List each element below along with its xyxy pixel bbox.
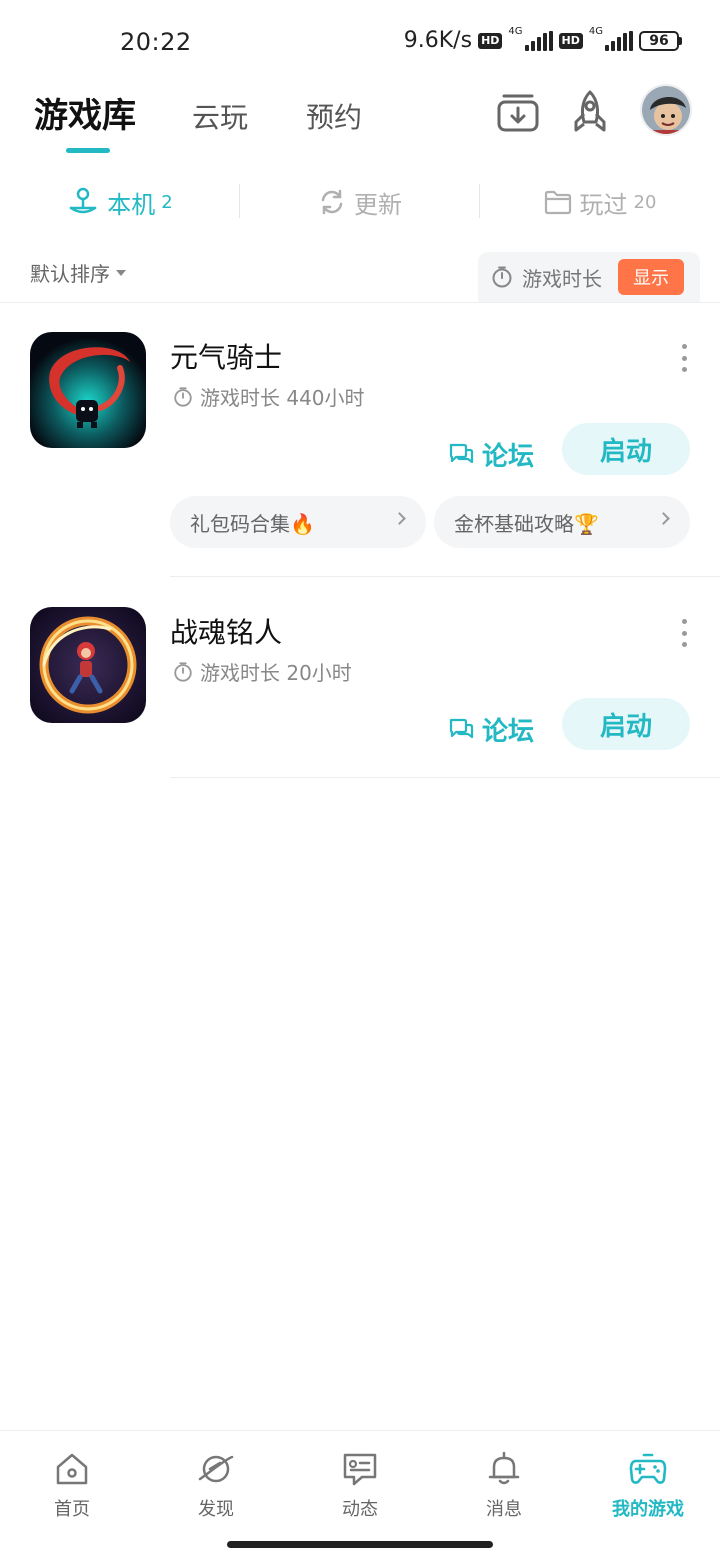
battery-level: 96	[639, 30, 679, 51]
sort-dropdown[interactable]: 默认排序	[30, 258, 126, 287]
game-playtime: 游戏时长 440小时	[172, 382, 365, 411]
more-options-icon[interactable]	[678, 619, 690, 647]
nav-feed-label: 动态	[342, 1499, 378, 1520]
forum-icon	[449, 443, 474, 464]
tab-reservation[interactable]: 预约	[306, 96, 362, 136]
chip-gift-codes[interactable]: 礼包码合集🔥	[170, 496, 426, 548]
bell-icon	[488, 1451, 520, 1485]
rocket-icon[interactable]	[566, 88, 614, 136]
top-nav: 游戏库 云玩 预约	[0, 84, 720, 164]
forum-icon	[449, 718, 474, 739]
game-title: 元气骑士	[170, 341, 283, 374]
subtab-local[interactable]: 本机 2	[0, 176, 240, 228]
refresh-icon	[321, 189, 343, 215]
chevron-right-icon	[657, 512, 670, 525]
subtab-update[interactable]: 更新	[240, 176, 480, 228]
nav-home-label: 首页	[54, 1499, 90, 1520]
sort-label: 默认排序	[30, 262, 110, 286]
nav-feed[interactable]: 动态	[288, 1431, 432, 1532]
battery-icon: 96	[639, 30, 682, 51]
status-time: 20:22	[120, 28, 192, 56]
launch-button[interactable]: 启动	[562, 423, 690, 475]
joystick-icon	[70, 187, 97, 214]
stopwatch-icon	[492, 266, 512, 288]
subtab-local-count: 2	[161, 191, 173, 213]
subtab-played-count: 20	[633, 191, 657, 213]
chat-card-icon	[343, 1453, 377, 1486]
caret-down-icon	[116, 269, 126, 276]
show-playtime-button[interactable]: 显示	[618, 259, 684, 295]
playtime-toggle: 游戏时长 显示	[478, 252, 700, 302]
network-type: 4G	[508, 26, 523, 37]
stopwatch-icon	[174, 386, 192, 407]
subtab-local-label: 本机	[107, 190, 156, 219]
net-speed: 9.6K/s	[403, 28, 473, 53]
tab-cloud-play[interactable]: 云玩	[192, 96, 248, 136]
tab-game-library[interactable]: 游戏库	[34, 88, 136, 137]
nav-messages-label: 消息	[486, 1499, 522, 1520]
more-options-icon[interactable]	[678, 344, 690, 372]
nav-discover[interactable]: 发现	[144, 1431, 288, 1532]
nav-messages[interactable]: 消息	[432, 1431, 576, 1532]
subtab-played[interactable]: 玩过 20	[480, 176, 720, 228]
chip-label: 金杯基础攻略🏆	[454, 511, 599, 536]
forum-button[interactable]: 论坛	[448, 703, 534, 755]
status-indicators: 9.6K/s HD 4G HD 4G 96	[403, 26, 682, 53]
hd-badge: HD	[478, 32, 503, 49]
gamepad-icon	[629, 1453, 667, 1484]
stopwatch-icon	[174, 661, 192, 682]
sub-tabs: 本机 2 更新 玩过 20	[0, 176, 720, 228]
chip-gold-cup-guide[interactable]: 金杯基础攻略🏆	[434, 496, 690, 548]
playtime-label: 游戏时长	[522, 266, 602, 291]
nav-home[interactable]: 首页	[0, 1431, 144, 1532]
sort-row: 默认排序 游戏时长 显示	[0, 250, 720, 302]
nav-discover-label: 发现	[198, 1499, 234, 1520]
signal-icon	[524, 30, 553, 51]
forum-label: 论坛	[482, 716, 535, 747]
nav-my-games[interactable]: 我的游戏	[576, 1431, 720, 1532]
game-icon-soul-knight[interactable]	[30, 332, 146, 448]
subtab-played-label: 玩过	[579, 190, 628, 219]
download-box-icon[interactable]	[494, 88, 542, 136]
forum-label: 论坛	[482, 441, 535, 472]
nav-my-games-label: 我的游戏	[612, 1499, 684, 1520]
avatar[interactable]	[640, 84, 692, 136]
game-playtime: 游戏时长 20小时	[172, 657, 352, 686]
divider	[170, 777, 720, 778]
divider	[0, 302, 720, 303]
active-tab-indicator	[66, 148, 110, 153]
subtab-update-label: 更新	[354, 190, 402, 219]
forum-button[interactable]: 论坛	[448, 428, 534, 480]
launch-button[interactable]: 启动	[562, 698, 690, 750]
game-icon-otherworld-legends[interactable]	[30, 607, 146, 723]
planet-icon	[198, 1455, 234, 1483]
game-playtime-text: 游戏时长 440小时	[200, 386, 365, 410]
signal-icon	[605, 30, 633, 51]
chip-label: 礼包码合集🔥	[190, 511, 315, 536]
folder-icon	[544, 190, 571, 215]
hd-badge: HD	[558, 32, 583, 49]
game-playtime-text: 游戏时长 20小时	[200, 661, 352, 685]
home-icon	[56, 1453, 88, 1485]
home-indicator[interactable]	[227, 1541, 493, 1548]
network-type: 4G	[588, 26, 603, 37]
divider	[170, 576, 720, 577]
chevron-right-icon	[393, 512, 406, 525]
bottom-nav: 首页 发现 动态 消息 我的游戏	[0, 1430, 720, 1532]
status-bar: 20:22 9.6K/s HD 4G HD 4G 96	[0, 0, 720, 84]
game-title: 战魂铭人	[170, 616, 283, 649]
